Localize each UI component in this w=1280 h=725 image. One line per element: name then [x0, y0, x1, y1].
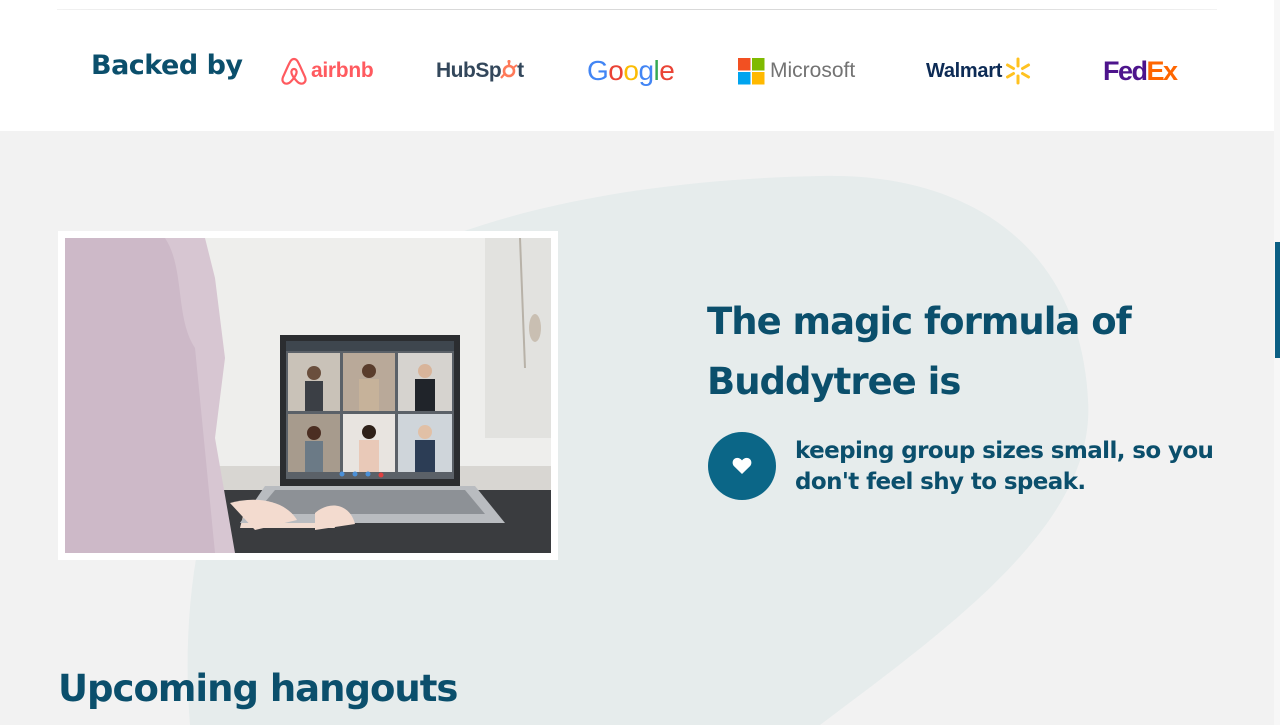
feature-description: keeping group sizes small, so you don't … [795, 438, 1214, 495]
walmart-wordmark: Walmart [926, 59, 1003, 82]
heart-icon [732, 457, 752, 474]
divider [57, 9, 1217, 10]
feature-headline: The magic formula of Buddytree is [707, 300, 1132, 403]
hubspot-logo[interactable]: HubSp t [436, 54, 524, 88]
laptop-video-call-image [65, 238, 551, 553]
walmart-logo[interactable]: Walmart [926, 54, 1031, 88]
photo-content [65, 238, 551, 553]
microsoft-wordmark: Microsoft [770, 59, 856, 82]
google-wordmark: Google [587, 55, 675, 86]
page: Backed by airbnb HubSp t Google Microsoft… [0, 0, 1280, 725]
google-logo[interactable]: Google [587, 54, 675, 88]
scrollbar-track[interactable] [1274, 0, 1280, 725]
fedex-wordmark: FedEx [1103, 55, 1178, 86]
airbnb-icon [281, 57, 307, 85]
feature-icon-circle [708, 432, 776, 500]
backed-by-label: Backed by [91, 50, 243, 81]
airbnb-logo[interactable]: airbnb [280, 54, 374, 88]
fedex-logo[interactable]: FedEx [1103, 54, 1178, 88]
microsoft-windows-icon [738, 57, 765, 84]
scrollbar-thumb[interactable] [1275, 242, 1280, 358]
microsoft-logo[interactable]: Microsoft [738, 54, 855, 88]
hubspot-wordmark: HubSp t [436, 59, 524, 82]
walmart-spark-icon [1006, 57, 1031, 85]
backed-by-strip: Backed by airbnb HubSp t Google Microsoft… [0, 0, 1274, 131]
upcoming-hangouts-title: Upcoming hangouts [58, 667, 458, 710]
hubspot-sprocket-icon [500, 59, 518, 79]
video-call-photo [58, 231, 558, 560]
airbnb-wordmark: airbnb [311, 59, 374, 82]
